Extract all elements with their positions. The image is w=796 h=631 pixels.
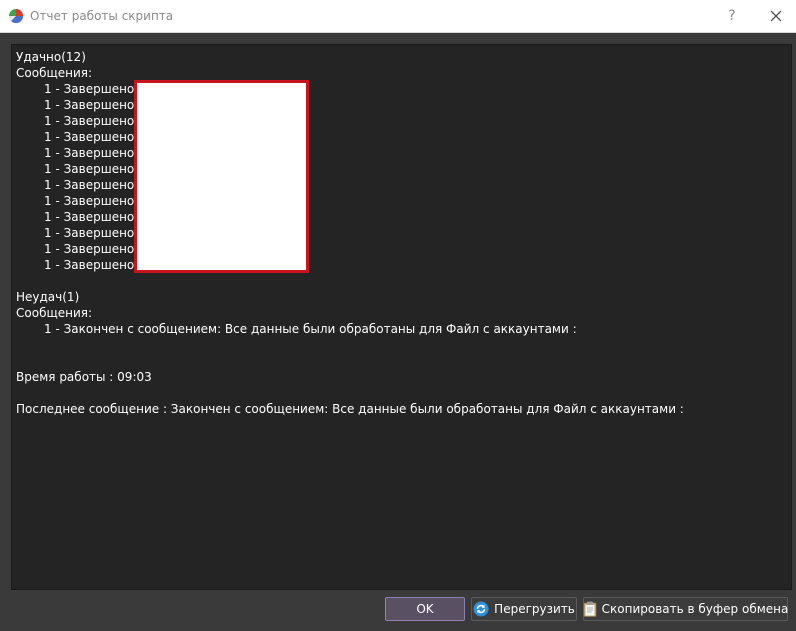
copy-button-label: Скопировать в буфер обмена	[601, 602, 789, 616]
success-item: 1 - Завершено	[44, 258, 135, 272]
success-header: Удачно(12)	[16, 50, 86, 64]
reload-button-label: Перегрузить	[494, 602, 575, 616]
fail-header: Неудач(1)	[16, 290, 80, 304]
success-item: 1 - Завершено	[44, 98, 135, 112]
success-item: 1 - Завершено	[44, 130, 135, 144]
success-item: 1 - Завершено	[44, 226, 135, 240]
copy-to-clipboard-button[interactable]: Скопировать в буфер обмена	[583, 597, 788, 621]
refresh-icon	[473, 601, 489, 617]
success-item: 1 - Завершено	[44, 210, 135, 224]
title-bar: Отчет работы скрипта ?	[0, 0, 796, 33]
runtime-text: Время работы : 09:03	[16, 370, 152, 384]
reload-button[interactable]: Перегрузить	[471, 597, 577, 621]
success-messages-label: Сообщения:	[16, 66, 93, 80]
report-text-area[interactable]: Удачно(12) Сообщения: 1 - Завершено 1 - …	[11, 44, 792, 590]
ok-button-label: OK	[416, 602, 434, 616]
fail-messages-label: Сообщения:	[16, 306, 93, 320]
success-item: 1 - Завершено	[44, 162, 135, 176]
success-item: 1 - Завершено	[44, 242, 135, 256]
success-item: 1 - Завершено	[44, 178, 135, 192]
close-icon[interactable]	[766, 6, 786, 26]
success-item: 1 - Завершено	[44, 82, 135, 96]
last-message-text: Последнее сообщение : Закончен с сообщен…	[16, 402, 684, 416]
ok-button[interactable]: OK	[385, 597, 465, 621]
clipboard-icon	[583, 601, 597, 617]
help-button[interactable]: ?	[721, 5, 743, 27]
success-item: 1 - Завершено	[44, 146, 135, 160]
pie-chart-icon	[9, 9, 24, 24]
success-item: 1 - Завершено	[44, 194, 135, 208]
report-dialog: Отчет работы скрипта ? Удачно(12) Сообще…	[0, 0, 796, 631]
window-title: Отчет работы скрипта	[30, 9, 174, 23]
success-item: 1 - Завершено	[44, 114, 135, 128]
fail-item: 1 - Закончен с сообщением: Все данные бы…	[44, 322, 577, 336]
redaction-box	[134, 80, 309, 273]
